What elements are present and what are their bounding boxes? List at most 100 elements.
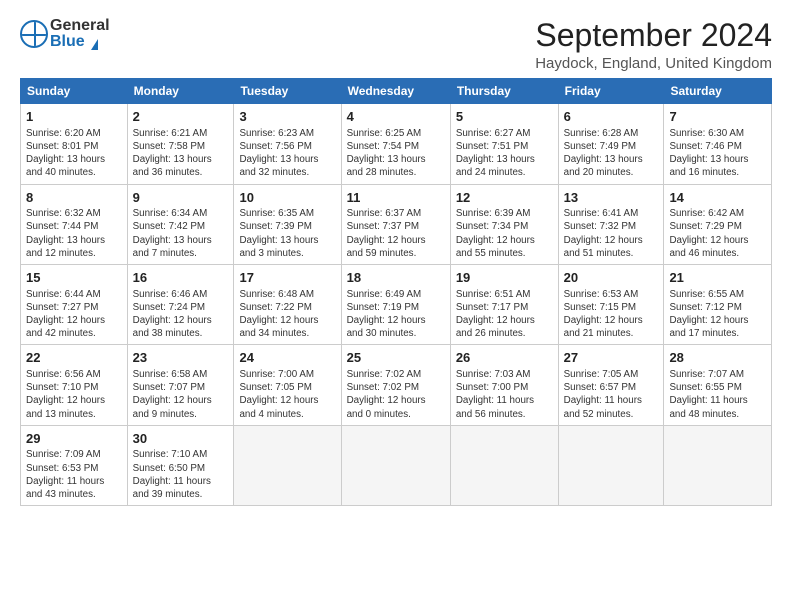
day-number: 26 xyxy=(456,349,553,367)
day-number: 23 xyxy=(133,349,229,367)
day-detail: Sunrise: 7:00 AM Sunset: 7:05 PM Dayligh… xyxy=(239,368,335,421)
logo-blue: Blue xyxy=(50,33,85,50)
day-number: 14 xyxy=(669,189,766,207)
day-detail: Sunrise: 6:44 AM Sunset: 7:27 PM Dayligh… xyxy=(26,288,122,341)
day-detail: Sunrise: 6:30 AM Sunset: 7:46 PM Dayligh… xyxy=(669,127,766,180)
day-number: 20 xyxy=(564,269,659,287)
calendar-week-row: 29Sunrise: 7:09 AM Sunset: 6:53 PM Dayli… xyxy=(21,425,772,505)
day-number: 24 xyxy=(239,349,335,367)
day-number: 30 xyxy=(133,430,229,448)
table-row: 19Sunrise: 6:51 AM Sunset: 7:17 PM Dayli… xyxy=(450,265,558,345)
day-detail: Sunrise: 6:49 AM Sunset: 7:19 PM Dayligh… xyxy=(347,288,445,341)
table-row: 17Sunrise: 6:48 AM Sunset: 7:22 PM Dayli… xyxy=(234,265,341,345)
table-row: 1Sunrise: 6:20 AM Sunset: 8:01 PM Daylig… xyxy=(21,104,128,184)
table-row: 10Sunrise: 6:35 AM Sunset: 7:39 PM Dayli… xyxy=(234,184,341,264)
day-number: 9 xyxy=(133,189,229,207)
day-detail: Sunrise: 6:37 AM Sunset: 7:37 PM Dayligh… xyxy=(347,207,445,260)
day-detail: Sunrise: 7:05 AM Sunset: 6:57 PM Dayligh… xyxy=(564,368,659,421)
col-tuesday: Tuesday xyxy=(234,79,341,104)
day-detail: Sunrise: 6:55 AM Sunset: 7:12 PM Dayligh… xyxy=(669,288,766,341)
title-block: September 2024 Haydock, England, United … xyxy=(535,18,772,72)
day-detail: Sunrise: 6:39 AM Sunset: 7:34 PM Dayligh… xyxy=(456,207,553,260)
table-row: 26Sunrise: 7:03 AM Sunset: 7:00 PM Dayli… xyxy=(450,345,558,425)
col-wednesday: Wednesday xyxy=(341,79,450,104)
table-row xyxy=(664,425,772,505)
day-number: 13 xyxy=(564,189,659,207)
table-row xyxy=(450,425,558,505)
page: General Blue September 2024 Haydock, Eng… xyxy=(0,0,792,612)
day-detail: Sunrise: 6:25 AM Sunset: 7:54 PM Dayligh… xyxy=(347,127,445,180)
main-title: September 2024 xyxy=(535,18,772,53)
logo-blue-row: Blue xyxy=(50,34,110,50)
calendar-week-row: 1Sunrise: 6:20 AM Sunset: 8:01 PM Daylig… xyxy=(21,104,772,184)
day-number: 25 xyxy=(347,349,445,367)
day-number: 2 xyxy=(133,108,229,126)
day-detail: Sunrise: 6:48 AM Sunset: 7:22 PM Dayligh… xyxy=(239,288,335,341)
table-row: 15Sunrise: 6:44 AM Sunset: 7:27 PM Dayli… xyxy=(21,265,128,345)
day-detail: Sunrise: 7:03 AM Sunset: 7:00 PM Dayligh… xyxy=(456,368,553,421)
col-saturday: Saturday xyxy=(664,79,772,104)
table-row: 4Sunrise: 6:25 AM Sunset: 7:54 PM Daylig… xyxy=(341,104,450,184)
day-number: 28 xyxy=(669,349,766,367)
day-detail: Sunrise: 6:32 AM Sunset: 7:44 PM Dayligh… xyxy=(26,207,122,260)
table-row: 30Sunrise: 7:10 AM Sunset: 6:50 PM Dayli… xyxy=(127,425,234,505)
day-detail: Sunrise: 6:46 AM Sunset: 7:24 PM Dayligh… xyxy=(133,288,229,341)
day-number: 15 xyxy=(26,269,122,287)
day-detail: Sunrise: 7:02 AM Sunset: 7:02 PM Dayligh… xyxy=(347,368,445,421)
header: General Blue September 2024 Haydock, Eng… xyxy=(20,18,772,72)
table-row: 23Sunrise: 6:58 AM Sunset: 7:07 PM Dayli… xyxy=(127,345,234,425)
table-row: 29Sunrise: 7:09 AM Sunset: 6:53 PM Dayli… xyxy=(21,425,128,505)
day-number: 12 xyxy=(456,189,553,207)
table-row: 18Sunrise: 6:49 AM Sunset: 7:19 PM Dayli… xyxy=(341,265,450,345)
day-detail: Sunrise: 6:20 AM Sunset: 8:01 PM Dayligh… xyxy=(26,127,122,180)
table-row: 21Sunrise: 6:55 AM Sunset: 7:12 PM Dayli… xyxy=(664,265,772,345)
table-row: 2Sunrise: 6:21 AM Sunset: 7:58 PM Daylig… xyxy=(127,104,234,184)
day-number: 21 xyxy=(669,269,766,287)
day-number: 29 xyxy=(26,430,122,448)
logo-general: General xyxy=(50,18,110,34)
day-detail: Sunrise: 7:10 AM Sunset: 6:50 PM Dayligh… xyxy=(133,448,229,501)
table-row: 6Sunrise: 6:28 AM Sunset: 7:49 PM Daylig… xyxy=(558,104,664,184)
calendar-week-row: 22Sunrise: 6:56 AM Sunset: 7:10 PM Dayli… xyxy=(21,345,772,425)
table-row xyxy=(558,425,664,505)
table-row: 24Sunrise: 7:00 AM Sunset: 7:05 PM Dayli… xyxy=(234,345,341,425)
table-row: 22Sunrise: 6:56 AM Sunset: 7:10 PM Dayli… xyxy=(21,345,128,425)
table-row: 9Sunrise: 6:34 AM Sunset: 7:42 PM Daylig… xyxy=(127,184,234,264)
day-number: 8 xyxy=(26,189,122,207)
calendar-header-row: Sunday Monday Tuesday Wednesday Thursday… xyxy=(21,79,772,104)
day-detail: Sunrise: 6:21 AM Sunset: 7:58 PM Dayligh… xyxy=(133,127,229,180)
table-row: 5Sunrise: 6:27 AM Sunset: 7:51 PM Daylig… xyxy=(450,104,558,184)
table-row: 11Sunrise: 6:37 AM Sunset: 7:37 PM Dayli… xyxy=(341,184,450,264)
table-row xyxy=(341,425,450,505)
day-number: 16 xyxy=(133,269,229,287)
logo: General Blue xyxy=(20,18,110,50)
day-detail: Sunrise: 6:23 AM Sunset: 7:56 PM Dayligh… xyxy=(239,127,335,180)
subtitle: Haydock, England, United Kingdom xyxy=(535,55,772,72)
day-detail: Sunrise: 6:27 AM Sunset: 7:51 PM Dayligh… xyxy=(456,127,553,180)
day-detail: Sunrise: 6:35 AM Sunset: 7:39 PM Dayligh… xyxy=(239,207,335,260)
day-number: 10 xyxy=(239,189,335,207)
calendar-week-row: 8Sunrise: 6:32 AM Sunset: 7:44 PM Daylig… xyxy=(21,184,772,264)
col-thursday: Thursday xyxy=(450,79,558,104)
table-row: 8Sunrise: 6:32 AM Sunset: 7:44 PM Daylig… xyxy=(21,184,128,264)
day-number: 6 xyxy=(564,108,659,126)
day-number: 11 xyxy=(347,189,445,207)
day-detail: Sunrise: 6:51 AM Sunset: 7:17 PM Dayligh… xyxy=(456,288,553,341)
table-row: 25Sunrise: 7:02 AM Sunset: 7:02 PM Dayli… xyxy=(341,345,450,425)
table-row: 27Sunrise: 7:05 AM Sunset: 6:57 PM Dayli… xyxy=(558,345,664,425)
day-number: 3 xyxy=(239,108,335,126)
day-number: 1 xyxy=(26,108,122,126)
col-monday: Monday xyxy=(127,79,234,104)
day-detail: Sunrise: 6:42 AM Sunset: 7:29 PM Dayligh… xyxy=(669,207,766,260)
col-friday: Friday xyxy=(558,79,664,104)
calendar-week-row: 15Sunrise: 6:44 AM Sunset: 7:27 PM Dayli… xyxy=(21,265,772,345)
day-number: 17 xyxy=(239,269,335,287)
table-row: 28Sunrise: 7:07 AM Sunset: 6:55 PM Dayli… xyxy=(664,345,772,425)
table-row xyxy=(234,425,341,505)
logo-triangle-icon xyxy=(91,39,98,50)
day-number: 5 xyxy=(456,108,553,126)
day-detail: Sunrise: 6:56 AM Sunset: 7:10 PM Dayligh… xyxy=(26,368,122,421)
logo-icon: General Blue xyxy=(20,18,110,50)
table-row: 3Sunrise: 6:23 AM Sunset: 7:56 PM Daylig… xyxy=(234,104,341,184)
day-detail: Sunrise: 6:41 AM Sunset: 7:32 PM Dayligh… xyxy=(564,207,659,260)
